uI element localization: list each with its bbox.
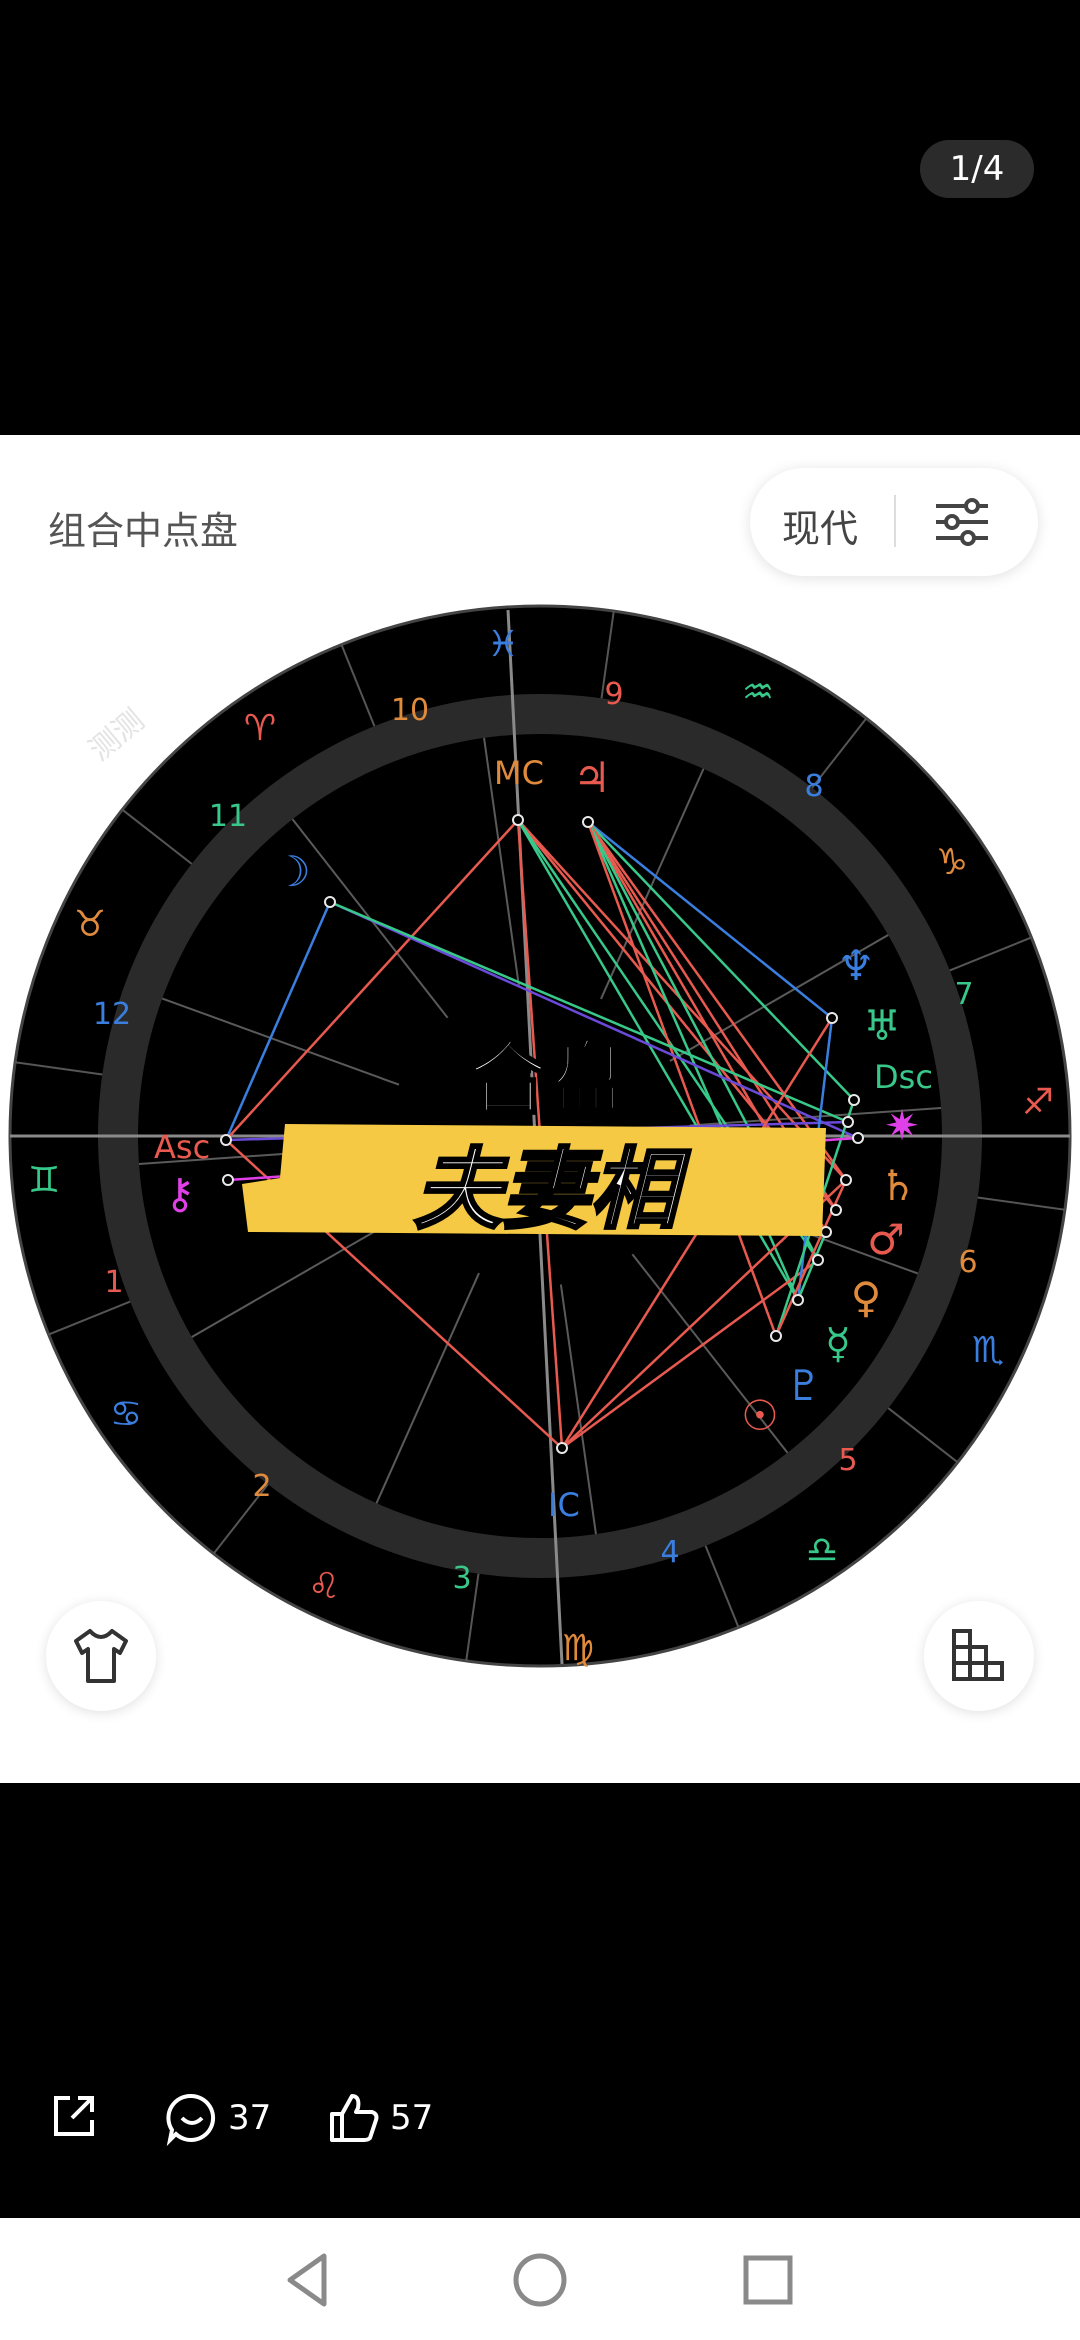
house-number-12: 12 [93, 997, 131, 1032]
sign-gemini: ♊ [28, 1160, 60, 1201]
point-marker-sat [840, 1174, 852, 1186]
comment-button[interactable]: 37 [164, 2090, 271, 2146]
sign-libra: ♎ [806, 1530, 838, 1571]
planet-venus: ♀ [851, 1273, 882, 1322]
sign-cancer: ♋ [110, 1394, 142, 1435]
stats-button[interactable] [924, 1601, 1034, 1711]
point-marker-dsc [842, 1116, 854, 1128]
planet-saturn: ♄ [879, 1161, 917, 1210]
point-marker-plu [792, 1294, 804, 1306]
page-counter: 1/4 [920, 140, 1034, 198]
thumbs-up-icon [330, 2094, 379, 2142]
planet-sun: ☉ [741, 1391, 779, 1440]
planet-uranus: ♅ [863, 1001, 901, 1050]
angle-mc: MC [494, 754, 544, 792]
theme-button[interactable] [46, 1601, 156, 1711]
house-number-2: 2 [252, 1469, 271, 1504]
house-number-9: 9 [604, 677, 623, 712]
point-marker-chiron [222, 1174, 234, 1186]
bar-grid-icon [952, 1629, 1004, 1681]
angle-asc: Asc [154, 1128, 210, 1166]
planet-neptune: ♆ [837, 941, 875, 990]
sign-aquarius: ♒ [742, 672, 774, 713]
house-number-10: 10 [391, 693, 429, 728]
chart-type-title: 组合中点盘 [48, 509, 239, 553]
point-marker-ura [848, 1094, 860, 1106]
angle-ic: IC [548, 1486, 580, 1524]
planet-mercury: ☿ [825, 1319, 851, 1368]
house-number-6: 6 [958, 1245, 977, 1280]
tshirt-icon [74, 1629, 128, 1683]
point-marker-sun [770, 1330, 782, 1342]
point-marker-jup [582, 816, 594, 828]
point-marker-mars [830, 1204, 842, 1216]
point-marker-mc [512, 814, 524, 826]
angle-dsc: Dsc [874, 1058, 933, 1096]
planet-mars: ♂ [867, 1215, 905, 1264]
sign-sagittarius: ♐ [1022, 1082, 1054, 1123]
house-number-1: 1 [104, 1265, 123, 1300]
comment-icon [166, 2093, 216, 2146]
sign-capricorn: ♑ [936, 842, 968, 883]
overlay-title-line2: 夫妻相 [414, 1138, 691, 1241]
house-number-7: 7 [954, 977, 973, 1012]
sign-taurus: ♉ [74, 904, 106, 945]
house-number-4: 4 [660, 1535, 679, 1570]
point-marker-asc [220, 1134, 232, 1146]
planet-jupiter: ♃ [573, 753, 611, 802]
like-count: 57 [390, 2098, 434, 2138]
share-button[interactable] [48, 2090, 100, 2142]
sign-virgo: ♍ [562, 1628, 594, 1669]
planet-pluto: ♇ [785, 1361, 823, 1410]
house-number-8: 8 [804, 769, 823, 804]
watermark-text: 测测 [83, 703, 151, 768]
sign-aries: ♈ [244, 708, 276, 749]
planet-node: ✷ [884, 1101, 919, 1150]
point-marker-moon [324, 896, 336, 908]
planet-moon: ☽ [273, 847, 311, 896]
overlay-title-line1: 合盘 [468, 1032, 628, 1125]
pill-divider [894, 495, 896, 547]
house-number-5: 5 [838, 1443, 857, 1478]
sign-leo: ♌ [308, 1566, 340, 1607]
house-number-11: 11 [209, 799, 247, 834]
point-marker-ic [556, 1442, 568, 1454]
mode-selector[interactable]: 现代 [782, 498, 858, 553]
home-icon[interactable] [508, 2248, 572, 2312]
planet-chiron: ⚷ [165, 1169, 196, 1218]
sliders-icon[interactable] [932, 492, 992, 552]
like-button[interactable]: 57 [326, 2090, 433, 2146]
comment-count: 37 [228, 2098, 272, 2138]
house-number-3: 3 [452, 1561, 471, 1596]
back-icon[interactable] [278, 2248, 342, 2312]
recent-apps-icon[interactable] [736, 2248, 800, 2312]
point-marker-node [852, 1132, 864, 1144]
share-icon [54, 2096, 94, 2136]
sign-scorpio: ♏ [972, 1330, 1004, 1371]
chart-wheel: ♓ ♒ ♑ ♐ ♏ ♎ ♍ ♌ ♋ ♊ ♉ ♈ 1 2 3 4 5 6 7 8 … [8, 604, 1072, 1669]
sign-pisces: ♓ [487, 624, 519, 665]
point-marker-merc [812, 1254, 824, 1266]
point-marker-nep [826, 1012, 838, 1024]
point-marker-ven [820, 1226, 832, 1238]
